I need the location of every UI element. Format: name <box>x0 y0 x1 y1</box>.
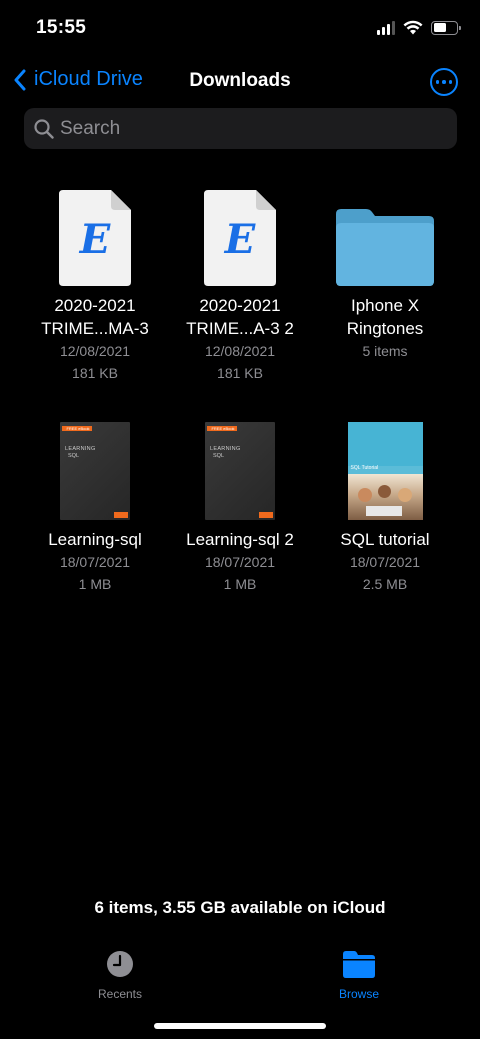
folder-item-count: 5 items <box>362 343 408 359</box>
file-thumbnail <box>315 176 455 286</box>
search-icon <box>34 118 54 139</box>
file-size: 181 KB <box>72 365 118 381</box>
search-bar <box>24 108 457 149</box>
file-size: 2.5 MB <box>362 576 408 592</box>
folder-icon <box>336 209 434 286</box>
more-options-button[interactable] <box>430 68 458 96</box>
cellular-signal-icon <box>377 20 395 35</box>
file-thumbnail: SQL Tutorial <box>315 410 455 520</box>
file-date: 18/07/2021 <box>204 554 276 570</box>
status-icons <box>377 20 461 35</box>
file-thumbnail: FREE eBook LEARNING SQL <box>25 410 165 520</box>
file-name: 2020-2021 <box>199 296 281 315</box>
file-name: TRIME...A-3 2 <box>186 319 294 338</box>
page-title: Downloads <box>189 70 291 91</box>
file-item-learning-sql[interactable]: FREE eBook LEARNING SQL Learning-sql 18/… <box>25 410 165 595</box>
home-indicator <box>154 1023 326 1029</box>
file-name: Learning-sql <box>48 530 142 549</box>
folder-icon <box>343 951 375 978</box>
tab-recents[interactable]: Recents <box>60 950 180 1001</box>
battery-icon <box>431 20 461 35</box>
file-size: 181 KB <box>217 365 263 381</box>
file-item-trimestre-2[interactable]: E 2020-2021 TRIME...A-3 2 12/08/2021 181… <box>170 176 310 384</box>
wifi-icon <box>403 20 423 35</box>
file-item-sql-tutorial[interactable]: SQL Tutorial SQL tutorial 18/07/2021 2.5… <box>315 410 455 595</box>
document-icon: E <box>59 190 131 286</box>
file-name: TRIME...MA-3 <box>41 319 149 338</box>
file-date: 18/07/2021 <box>59 554 131 570</box>
tab-browse[interactable]: Browse <box>299 950 419 1001</box>
book-cover-thumbnail: FREE eBook LEARNING SQL <box>205 422 275 520</box>
sql-tutorial-cover-thumbnail: SQL Tutorial <box>347 422 423 520</box>
file-thumbnail: E <box>170 176 310 286</box>
file-name: 2020-2021 <box>54 296 136 315</box>
file-date: 12/08/2021 <box>204 343 276 359</box>
file-name: SQL tutorial <box>340 530 430 549</box>
search-input[interactable] <box>60 117 440 140</box>
file-size: 1 MB <box>223 576 257 592</box>
file-date: 12/08/2021 <box>59 343 131 359</box>
status-bar: 15:55 <box>0 0 480 58</box>
book-cover-thumbnail: FREE eBook LEARNING SQL <box>60 422 130 520</box>
file-name: Learning-sql 2 <box>186 530 294 549</box>
file-item-trimestre-1[interactable]: E 2020-2021 TRIME...MA-3 12/08/2021 181 … <box>25 176 165 384</box>
file-size: 1 MB <box>78 576 112 592</box>
storage-info: 6 items, 3.55 GB available on iCloud <box>94 898 386 917</box>
file-thumbnail: FREE eBook LEARNING SQL <box>170 410 310 520</box>
folder-item-ringtones[interactable]: Iphone X Ringtones 5 items <box>315 176 455 362</box>
file-name: Iphone X <box>350 296 420 315</box>
file-name: Ringtones <box>346 319 424 338</box>
file-item-learning-sql-2[interactable]: FREE eBook LEARNING SQL Learning-sql 2 1… <box>170 410 310 595</box>
status-time: 15:55 <box>36 17 87 38</box>
navigation-bar: iCloud Drive Downloads <box>0 58 480 104</box>
tab-label: Browse <box>338 987 379 1001</box>
file-date: 18/07/2021 <box>349 554 421 570</box>
file-thumbnail: E <box>25 176 165 286</box>
tab-bar: Recents Browse <box>0 945 480 1005</box>
document-icon: E <box>204 190 276 286</box>
clock-icon <box>107 951 133 977</box>
ellipsis-icon <box>435 80 440 84</box>
tab-label: Recents <box>97 987 143 1001</box>
